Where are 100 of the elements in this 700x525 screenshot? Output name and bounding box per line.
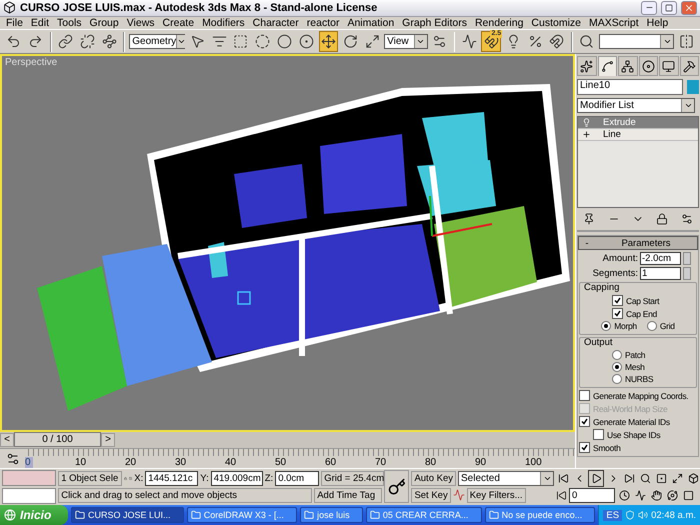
spinner-field[interactable]: -2.0cm: [640, 252, 681, 265]
pin-icon[interactable]: [583, 213, 596, 225]
checkbox[interactable]: [612, 308, 623, 319]
menu-item[interactable]: Group: [86, 16, 123, 29]
key-mode-dropdown[interactable]: Selected: [458, 470, 554, 486]
create-tab[interactable]: [577, 56, 596, 76]
menu-item[interactable]: MAXScript: [585, 16, 643, 29]
orbit-icon: [666, 490, 678, 500]
modifier-list-dropdown[interactable]: Modifier List: [577, 98, 695, 113]
key-curve-icon[interactable]: [452, 489, 465, 501]
maxscript-input-field[interactable]: [2, 488, 56, 504]
next-frame-button[interactable]: >: [101, 432, 115, 447]
previous-frame-button[interactable]: <: [0, 432, 14, 447]
spinner-field[interactable]: 1: [640, 267, 681, 280]
pan-button[interactable]: [649, 488, 663, 502]
shield-icon[interactable]: [625, 510, 636, 520]
field-of-view-button[interactable]: [633, 488, 647, 502]
selection-filter-dropdown[interactable]: Geometry: [129, 34, 186, 50]
menu-item[interactable]: reactor: [302, 16, 344, 29]
modifier-stack[interactable]: Extrude Line: [577, 116, 699, 208]
folder-icon: [190, 510, 201, 520]
frame-number: 80: [425, 457, 438, 468]
minimize-button[interactable]: [641, 0, 657, 15]
restore-button[interactable]: [661, 0, 677, 15]
skip-back-icon: [558, 472, 568, 484]
radio-button[interactable]: [612, 350, 622, 360]
checkbox[interactable]: [579, 390, 590, 401]
frame-field[interactable]: 0: [569, 488, 615, 502]
set-key-button[interactable]: [384, 470, 410, 503]
menu-item[interactable]: File: [2, 16, 27, 29]
object-name-field[interactable]: Line10: [577, 79, 683, 95]
zoom-extents-all-button[interactable]: [686, 470, 700, 486]
close-icon: [684, 2, 694, 13]
checkbox[interactable]: [612, 295, 623, 306]
taskbar-button[interactable]: No se puede enco...: [484, 507, 596, 523]
coordinate-field[interactable]: 419.009cm: [210, 470, 263, 486]
add-time-tag-button[interactable]: Add Time Tag: [314, 488, 382, 502]
lock-icon[interactable]: [656, 213, 668, 225]
maxscript-listener-field[interactable]: [2, 470, 56, 486]
menu-item[interactable]: Modifiers: [198, 16, 249, 29]
taskbar-button[interactable]: CorelDRAW X3 - [...: [186, 507, 298, 523]
menu-item[interactable]: Create: [158, 16, 198, 29]
language-indicator[interactable]: ES: [603, 510, 622, 520]
time-config-button[interactable]: [617, 488, 631, 502]
frame-number: 100: [525, 457, 543, 468]
orbit-button[interactable]: [665, 488, 679, 502]
checkbox[interactable]: [579, 416, 590, 427]
zoom-extents-all-icon: [688, 472, 698, 484]
menu-item[interactable]: Views: [122, 16, 159, 29]
checkbox[interactable]: [579, 442, 590, 453]
hammer-tab[interactable]: [680, 56, 699, 76]
taskbar-button[interactable]: CURSO JOSE LUI...: [71, 507, 184, 523]
light-bulb-icon[interactable]: [582, 118, 591, 127]
modifier-item[interactable]: Extrude: [578, 117, 698, 129]
configure-icon[interactable]: [680, 213, 693, 225]
set-key-button[interactable]: Set Key: [411, 488, 451, 502]
curve-tab[interactable]: [598, 56, 617, 76]
checkbox[interactable]: [593, 429, 604, 440]
menu-item[interactable]: Tools: [53, 16, 86, 29]
rollout-header[interactable]: - Parameters: [578, 236, 698, 250]
menu-item[interactable]: Animation: [343, 16, 398, 29]
time-slider[interactable]: 0 / 100: [14, 432, 101, 448]
radio-button[interactable]: [612, 362, 622, 372]
speaker-icon[interactable]: [638, 510, 648, 520]
menu-item[interactable]: Customize: [527, 16, 586, 29]
radio-button[interactable]: [612, 374, 622, 384]
menu-item[interactable]: Edit: [26, 16, 54, 29]
coordinate-system-dropdown[interactable]: View: [384, 34, 428, 50]
named-selection-dropdown[interactable]: [598, 34, 674, 50]
checkbox-label: Generate Mapping Coords.: [593, 390, 688, 400]
motion-tab[interactable]: [638, 56, 658, 76]
menu-item[interactable]: Rendering: [470, 16, 528, 29]
play-button[interactable]: [588, 470, 604, 486]
close-button[interactable]: [681, 0, 697, 15]
object-color-swatch[interactable]: [687, 80, 699, 94]
move-button[interactable]: [318, 31, 338, 52]
coordinate-field[interactable]: 1445.121c: [145, 470, 198, 486]
axis-label: Z:: [264, 472, 274, 484]
radio-button[interactable]: [601, 321, 612, 331]
modifier-item[interactable]: Line: [578, 129, 698, 141]
zoom-icon: [640, 472, 650, 484]
pan-icon: [650, 490, 662, 500]
expand-icon[interactable]: [582, 130, 591, 139]
pivot-icon: [432, 34, 448, 50]
track-bar[interactable]: 0 10 20 30 40 50 60 70 80 90 100: [0, 448, 575, 468]
menu-item[interactable]: Graph Editors: [398, 16, 471, 29]
key-filters-button[interactable]: Key Filters...: [466, 488, 526, 502]
checkbox-label: Smooth: [593, 442, 620, 452]
hierarchy-tab[interactable]: [618, 56, 638, 76]
rotate-icon: [342, 34, 358, 50]
taskbar-button[interactable]: 05 CREAR CERRA...: [366, 507, 482, 523]
menu-item[interactable]: Character: [248, 16, 303, 29]
curve-editor-icon[interactable]: [6, 452, 20, 466]
display-tab[interactable]: [659, 56, 678, 76]
radio-button[interactable]: [646, 321, 657, 331]
taskbar-button[interactable]: jose luis: [300, 507, 363, 523]
auto-key-button[interactable]: Auto Key: [411, 470, 456, 486]
menu-item[interactable]: Help: [642, 16, 672, 29]
coordinate-field[interactable]: 0.0cm: [275, 470, 320, 486]
frame-number: 40: [225, 457, 238, 468]
